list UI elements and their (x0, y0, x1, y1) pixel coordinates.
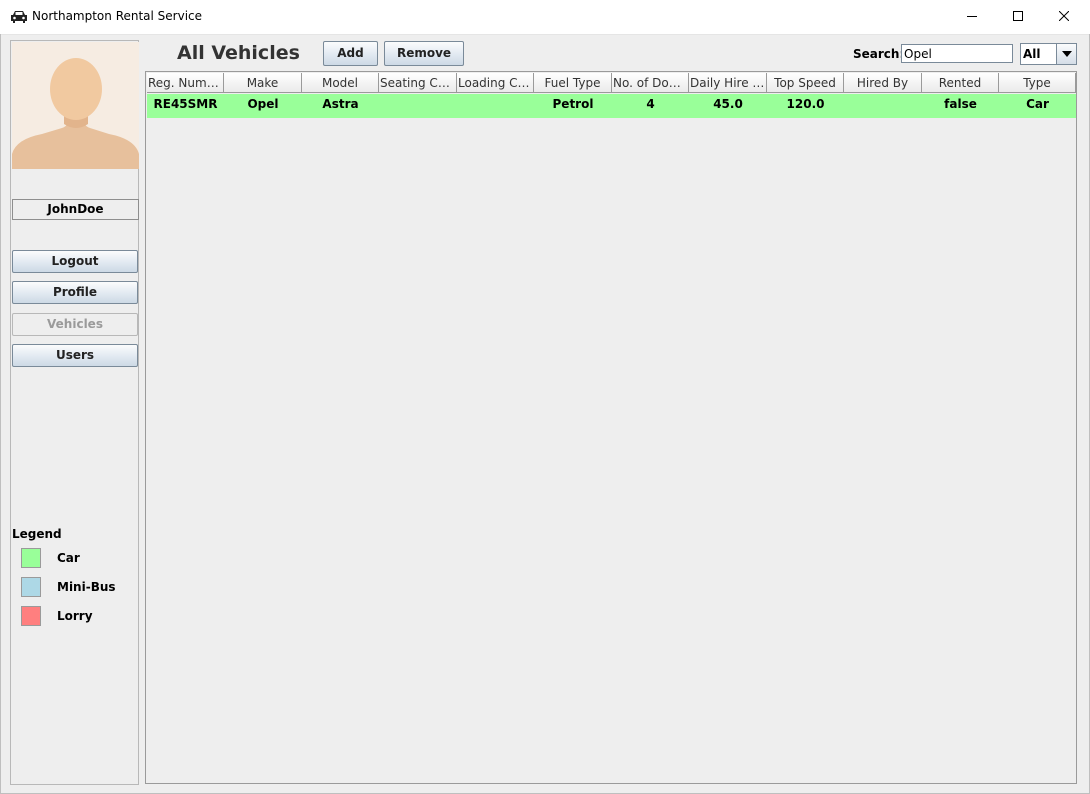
maximize-button[interactable] (995, 0, 1041, 32)
page-title: All Vehicles (177, 42, 300, 64)
legend-label: Lorry (57, 609, 93, 623)
maximize-icon (1013, 11, 1023, 21)
table-row[interactable]: RE45SMR Opel Astra Petrol 4 45.0 120.0 f… (147, 94, 1076, 118)
window-frame (0, 34, 1, 794)
column-header[interactable]: No. of Doors (612, 73, 689, 93)
column-header[interactable]: Seating Ca... (379, 73, 457, 93)
type-filter-select[interactable]: All (1020, 43, 1077, 65)
table-cell: RE45SMR (153, 97, 218, 111)
avatar (12, 42, 139, 169)
column-header[interactable]: Model (302, 73, 379, 93)
legend-item-minibus: Mini-Bus (21, 576, 116, 598)
dropdown-arrow[interactable] (1056, 44, 1076, 64)
close-button[interactable] (1041, 0, 1087, 32)
search-label: Search: (853, 47, 905, 61)
legend-label: Mini-Bus (57, 580, 116, 594)
close-icon (1059, 11, 1069, 21)
legend-label: Car (57, 551, 80, 565)
type-filter-value: All (1023, 47, 1041, 61)
chevron-down-icon (1061, 51, 1072, 57)
table-cell (379, 94, 457, 118)
table-header: Reg. Number Make Model Seating Ca... Loa… (147, 73, 1076, 93)
table-cell: Opel (247, 97, 279, 111)
minimize-icon (967, 16, 977, 17)
legend-title: Legend (12, 527, 62, 541)
legend-swatch-car (21, 548, 41, 568)
username-label: JohnDoe (12, 199, 139, 220)
table-cell: 120.0 (786, 97, 825, 111)
legend-swatch-minibus (21, 577, 41, 597)
vehicles-table[interactable]: Reg. Number Make Model Seating Ca... Loa… (145, 71, 1077, 784)
add-button[interactable]: Add (323, 41, 378, 66)
table-cell: 4 (646, 97, 655, 111)
table-cell: Car (1026, 97, 1049, 111)
window-title: Northampton Rental Service (32, 9, 203, 23)
legend-item-car: Car (21, 547, 80, 569)
minimize-button[interactable] (949, 0, 995, 32)
column-header[interactable]: Loading Ca... (457, 73, 534, 93)
column-header[interactable]: Daily Hire R... (689, 73, 767, 93)
legend-item-lorry: Lorry (21, 605, 93, 627)
column-header[interactable]: Hired By (844, 73, 922, 93)
car-icon (11, 11, 27, 23)
table-cell: Petrol (552, 97, 594, 111)
logout-button[interactable]: Logout (12, 250, 138, 273)
table-cell: false (944, 97, 977, 111)
vehicles-button: Vehicles (12, 313, 138, 336)
sidebar: JohnDoe Logout Profile Vehicles Users Le… (10, 40, 139, 785)
profile-button[interactable]: Profile (12, 281, 138, 304)
title-bar: Northampton Rental Service (0, 0, 1090, 35)
column-header[interactable]: Top Speed (767, 73, 844, 93)
search-input[interactable] (901, 44, 1013, 63)
column-header[interactable]: Type (999, 73, 1076, 93)
column-header[interactable]: Fuel Type (534, 73, 612, 93)
column-header[interactable]: Rented (922, 73, 999, 93)
table-cell (844, 94, 922, 118)
table-cell: 45.0 (713, 97, 743, 111)
users-button[interactable]: Users (12, 344, 138, 367)
table-cell: Astra (322, 97, 359, 111)
legend-swatch-lorry (21, 606, 41, 626)
table-cell (457, 94, 534, 118)
column-header[interactable]: Reg. Number (147, 73, 224, 93)
column-header[interactable]: Make (224, 73, 302, 93)
remove-button[interactable]: Remove (384, 41, 464, 66)
